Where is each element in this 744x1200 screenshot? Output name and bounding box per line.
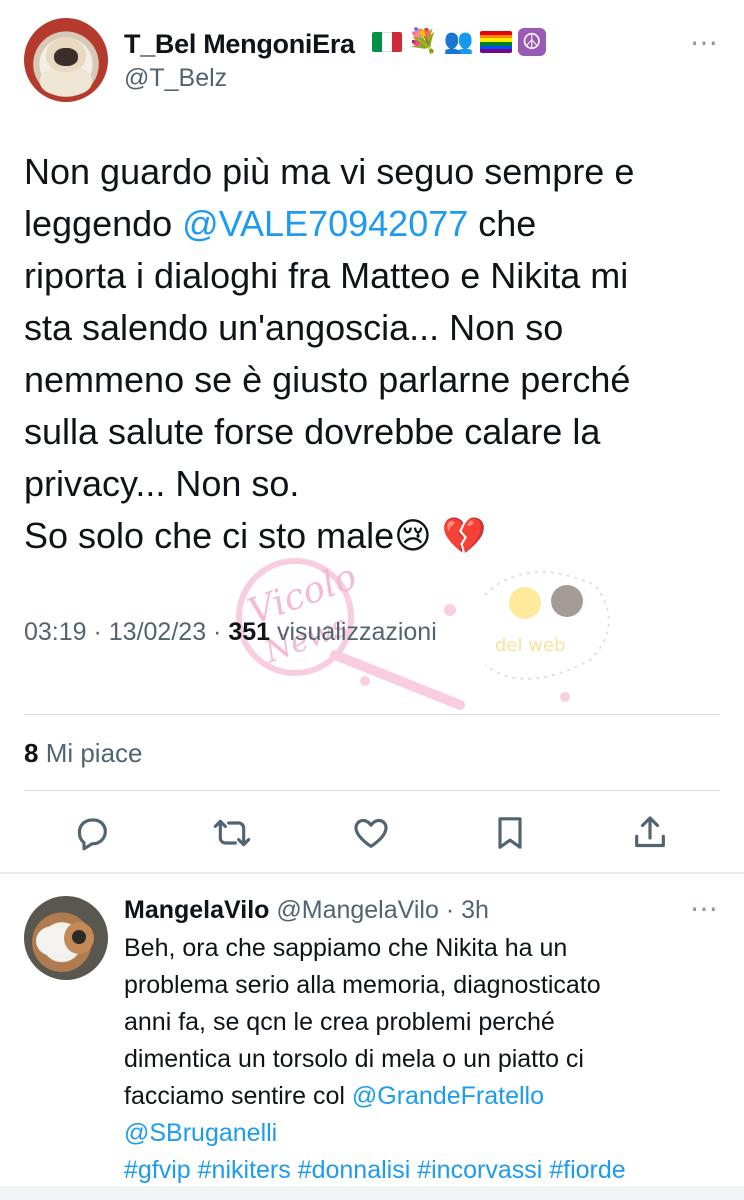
tweet-actions-bar: [0, 805, 744, 861]
tweet-text-part2: che riporta i dialoghi fra Matteo e Niki…: [24, 203, 631, 556]
tweet-timestamp[interactable]: 03:19 · 13/02/23 ·: [24, 618, 228, 646]
reply-display-name[interactable]: MangelaVilo: [124, 896, 269, 924]
avatar-pug-mask: [54, 48, 78, 66]
author-handle[interactable]: @T_Belz: [124, 64, 227, 93]
avatar-cat-spot: [72, 930, 86, 944]
tweet-text: Non guardo più ma vi seguo sempre e legg…: [24, 146, 724, 562]
more-options-icon[interactable]: ⋯: [690, 26, 719, 59]
watermark-text-3: del web: [495, 635, 565, 656]
reply-author-avatar[interactable]: [24, 896, 108, 980]
reply-header: MangelaVilo @MangelaVilo · 3h: [124, 896, 489, 925]
bottom-bar: [0, 1186, 744, 1200]
divider: [24, 714, 720, 715]
reply-handle-time[interactable]: @MangelaVilo · 3h: [269, 896, 489, 924]
likes-count: 8: [24, 738, 39, 768]
rainbow-flag-icon: [479, 31, 512, 53]
tweet-meta: 03:19 · 13/02/23 · 351 visualizzazioni: [24, 618, 437, 647]
author-display-name[interactable]: T_Bel MengoniEra: [124, 29, 355, 60]
italy-flag-icon: [372, 32, 402, 52]
reply-hashtags[interactable]: #gfvip #nikiters #donnalisi #incorvassi …: [124, 1156, 626, 1184]
share-icon[interactable]: [630, 813, 670, 853]
mention-link[interactable]: @VALE70942077: [182, 203, 468, 244]
author-avatar[interactable]: [24, 18, 108, 102]
reply-icon[interactable]: [72, 813, 112, 853]
bookmark-icon[interactable]: [490, 813, 530, 853]
busts-icon: 👥: [443, 28, 474, 55]
reply-text: Beh, ora che sappiamo che Nikita ha un p…: [124, 930, 720, 1189]
divider: [24, 790, 720, 791]
author-name-emojis: 💐 👥 ☮: [372, 28, 546, 56]
likes-label: Mi piace: [38, 738, 143, 768]
bouquet-icon: 💐: [408, 28, 438, 55]
reply-more-options-icon[interactable]: ⋯: [690, 892, 719, 925]
likes-row[interactable]: 8 Mi piace: [24, 738, 143, 769]
reply-mention-1[interactable]: @GrandeFratello: [352, 1082, 544, 1110]
thread-separator: [0, 872, 744, 874]
peace-icon: ☮: [517, 28, 546, 56]
views-count: 351: [228, 618, 271, 646]
views-label: visualizzazioni: [270, 618, 437, 646]
like-icon[interactable]: [351, 813, 391, 853]
retweet-icon[interactable]: [212, 813, 252, 853]
reply-mention-2[interactable]: @SBruganelli: [124, 1119, 277, 1147]
